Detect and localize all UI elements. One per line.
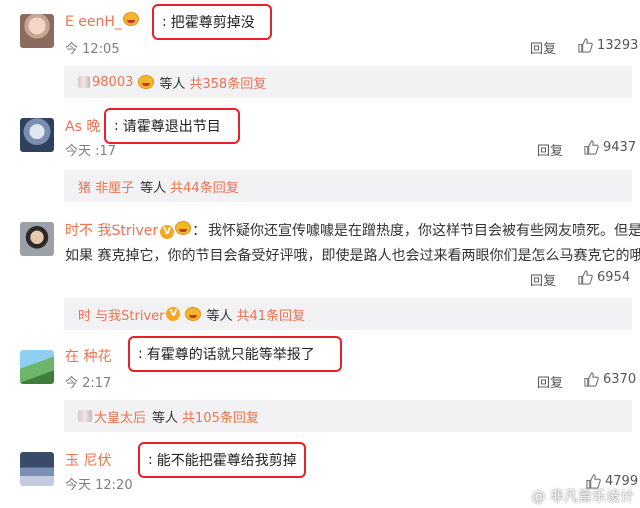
comment-text-highlight: : 能不能把霍尊给我剪掉 bbox=[138, 442, 306, 478]
like-count: 9437 bbox=[603, 140, 637, 155]
reply-button[interactable]: 回复 bbox=[537, 372, 563, 391]
emoji-face-icon bbox=[185, 307, 202, 321]
avatar[interactable] bbox=[20, 14, 54, 48]
comment-text: 能不能把霍尊给我剪掉 bbox=[156, 453, 297, 469]
timestamp: 今天 :17 bbox=[65, 144, 117, 159]
sub-reply-author[interactable]: 猪 非厘子 bbox=[78, 177, 134, 196]
timestamp: 今天 12:20 bbox=[65, 478, 133, 493]
watermark: @ 非凡音乐设计 bbox=[531, 489, 634, 505]
emoji-face-icon bbox=[138, 75, 155, 89]
sub-replies-bar[interactable]: 猪 非厘子 等人 共44条回复 bbox=[64, 170, 632, 202]
comment-text-highlight: : 把霍尊剪掉没 bbox=[152, 4, 272, 40]
comment-text-line-2: 如果 赛克掉它，你的节目会备受好评哦，即使是路人也会过来看两眼你们是怎么马赛克它… bbox=[65, 248, 640, 264]
reply-button[interactable]: 回复 bbox=[537, 140, 563, 159]
avatar[interactable] bbox=[20, 452, 54, 486]
comment-text-highlight: : 有霍尊的话就只能等举报了 bbox=[128, 336, 342, 372]
thumbs-up-icon bbox=[578, 38, 593, 53]
commenter-name[interactable]: E eenH_ bbox=[65, 12, 140, 30]
timestamp: 今 12:05 bbox=[65, 42, 120, 57]
timestamp: 今 2:17 bbox=[65, 376, 112, 391]
sub-replies-bar[interactable]: 大皇太后 等人 共105条回复 bbox=[64, 400, 632, 432]
more-replies-link[interactable]: 共105条回复 bbox=[182, 407, 259, 426]
more-replies-link[interactable]: 共41条回复 bbox=[237, 305, 306, 324]
verified-v-icon: V bbox=[166, 307, 181, 321]
commenter-name[interactable]: 在 种花 bbox=[65, 346, 111, 366]
sub-reply-author[interactable]: 98003 bbox=[92, 75, 133, 90]
comment-text-highlight: : 请霍尊退出节目 bbox=[104, 108, 240, 144]
thumbs-up-icon bbox=[578, 270, 593, 285]
commenter-name[interactable]: 玉 尼伏 bbox=[65, 450, 111, 470]
reply-button[interactable]: 回复 bbox=[530, 38, 556, 57]
like-button[interactable]: 13293 bbox=[578, 38, 638, 53]
commenter-name[interactable]: 时不 我Striver V： bbox=[65, 220, 206, 240]
verified-v-icon: V bbox=[160, 225, 175, 239]
comment-text: 请霍尊退出节目 bbox=[122, 119, 221, 135]
like-button[interactable]: 9437 bbox=[584, 140, 636, 155]
like-button[interactable]: 6370 bbox=[584, 372, 636, 387]
avatar[interactable] bbox=[20, 222, 54, 256]
like-count: 6370 bbox=[603, 372, 637, 387]
sub-replies-bar[interactable]: 98003 等人 共358条回复 bbox=[64, 66, 632, 98]
avatar[interactable] bbox=[20, 118, 54, 152]
thumbs-up-icon bbox=[584, 140, 599, 155]
more-replies-link[interactable]: 共44条回复 bbox=[170, 177, 239, 196]
sub-reply-author[interactable]: 大皇太后 bbox=[94, 407, 146, 426]
reply-button[interactable]: 回复 bbox=[530, 270, 556, 289]
sub-replies-bar[interactable]: 时 与我Striver V 等人 共41条回复 bbox=[64, 298, 632, 330]
commenter-name[interactable]: As 晚 bbox=[65, 116, 100, 136]
comment-text-line-1: 我怀疑你还宣传噱噱是在蹭热度，你这样节目会被有些网友喷死。但是你 bbox=[208, 223, 640, 239]
like-button[interactable]: 6954 bbox=[578, 270, 630, 285]
like-count: 6954 bbox=[597, 270, 631, 285]
avatar[interactable] bbox=[20, 350, 54, 384]
comment-text: 有霍尊的话就只能等举报了 bbox=[146, 347, 315, 363]
thumbs-up-icon bbox=[584, 372, 599, 387]
sub-reply-author[interactable]: 时 与我Striver bbox=[78, 305, 164, 324]
comment-text: 把霍尊剪掉没 bbox=[170, 15, 255, 31]
emoji-face-icon bbox=[175, 221, 192, 235]
like-count: 13293 bbox=[597, 38, 639, 53]
more-replies-link[interactable]: 共358条回复 bbox=[189, 73, 266, 92]
emoji-face-icon bbox=[122, 12, 139, 26]
